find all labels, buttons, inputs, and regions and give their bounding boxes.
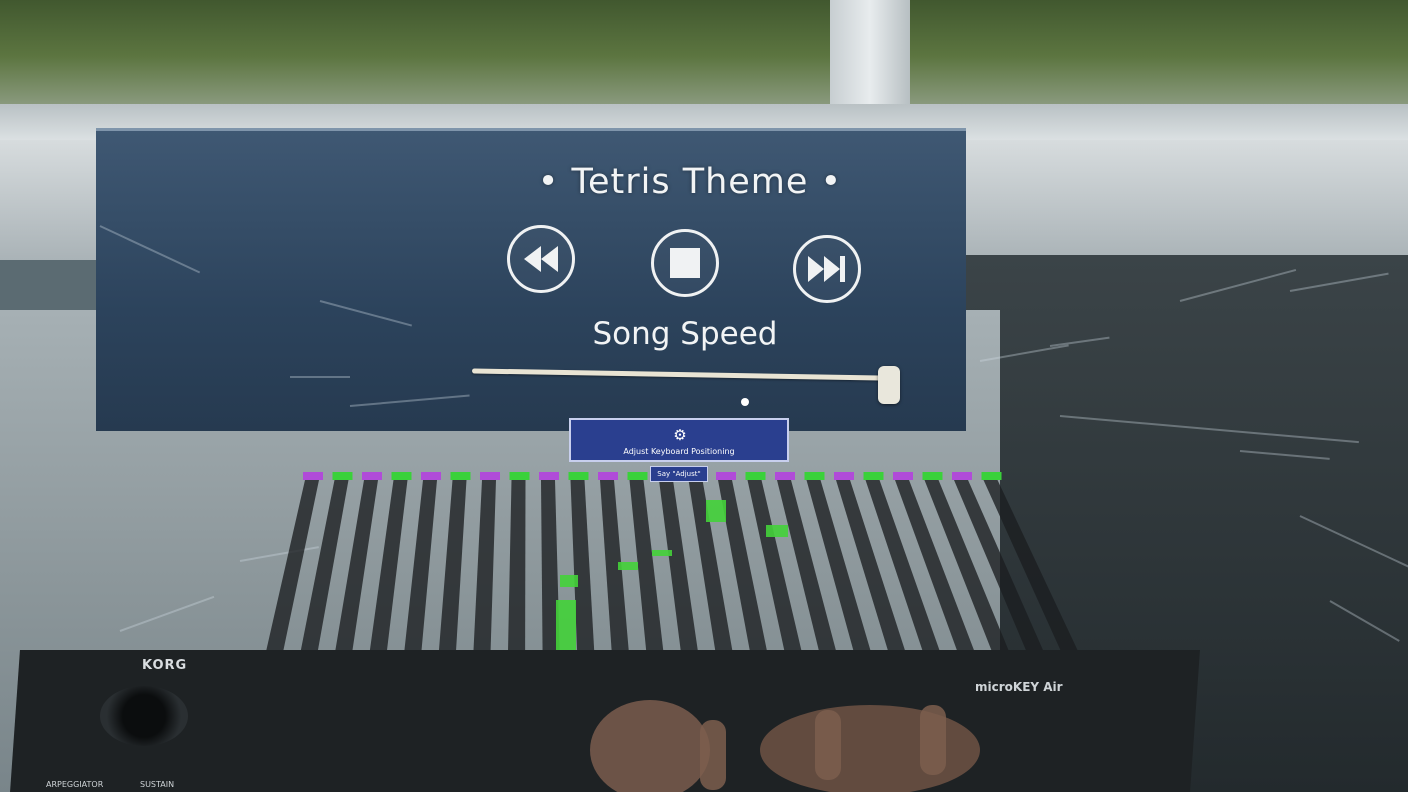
falling-note — [706, 500, 726, 522]
falling-note — [556, 600, 576, 655]
joystick — [100, 686, 188, 746]
slider-indicator-dot — [741, 398, 749, 406]
fast-forward-button[interactable] — [793, 235, 861, 303]
gear-icon: ⚙ — [673, 426, 687, 444]
adjust-keyboard-label: Adjust Keyboard Positioning — [623, 447, 735, 456]
voice-command-hint: Say "Adjust" — [650, 466, 708, 482]
fast-forward-icon — [808, 256, 845, 282]
stop-button[interactable] — [651, 229, 719, 297]
player-hands — [590, 700, 980, 792]
falling-note — [560, 575, 578, 587]
falling-note — [652, 550, 672, 556]
rewind-icon — [524, 246, 558, 272]
sustain-label: SUSTAIN — [140, 780, 175, 789]
arpeggiator-label: ARPEGGIATOR — [46, 780, 104, 789]
song-speed-label: Song Speed — [592, 316, 778, 352]
song-speed-slider-thumb[interactable] — [878, 366, 900, 404]
adjust-keyboard-button[interactable]: ⚙ Adjust Keyboard Positioning — [569, 418, 789, 462]
stop-icon — [670, 248, 700, 278]
song-title: • Tetris Theme • — [537, 162, 843, 202]
keyboard-brand: KORG — [142, 658, 188, 673]
falling-note — [618, 562, 638, 570]
rewind-button[interactable] — [507, 225, 575, 293]
falling-note — [766, 525, 788, 537]
